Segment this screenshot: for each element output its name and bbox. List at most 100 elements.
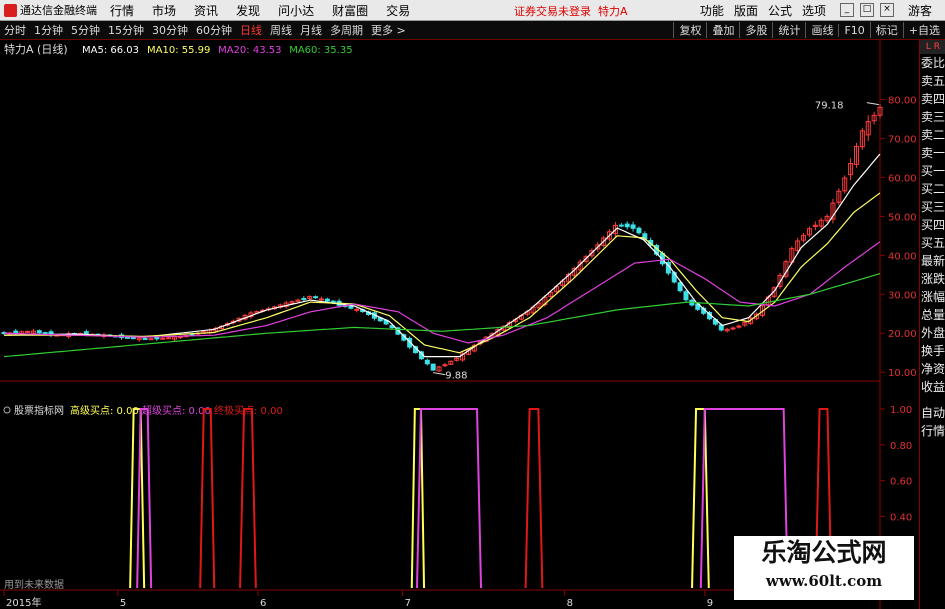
side-tab-item[interactable]: 换手 — [920, 342, 945, 360]
legend-ma3: MA60: 35.35 — [289, 45, 352, 56]
y-tick-label: 70.00 — [888, 134, 917, 145]
side-tab-item[interactable]: 卖五 — [920, 72, 945, 90]
side-tab-item[interactable]: 卖二 — [920, 126, 945, 144]
side-tab-item[interactable]: 总量 — [920, 306, 945, 324]
indicator-y-label: 0.40 — [890, 512, 912, 523]
period-30min[interactable]: 30分钟 — [148, 22, 192, 38]
candle-body — [424, 359, 430, 365]
signal-pulse — [524, 407, 544, 589]
side-tab-item[interactable]: 买一 — [920, 162, 945, 180]
indicator-icon — [3, 406, 11, 414]
period-weekly[interactable]: 周线 — [266, 22, 296, 38]
candle-body — [430, 363, 436, 371]
menu-trade[interactable]: 交易 — [377, 2, 419, 19]
period-60min[interactable]: 60分钟 — [192, 22, 236, 38]
period-multi[interactable]: 多周期 — [326, 22, 367, 38]
candle-body — [25, 330, 31, 333]
menu-bar: 通达信金融终端 行情 市场 资讯 发现 问小达 财富圈 交易 证券交易未登录 特… — [0, 0, 945, 21]
side-tab-item[interactable]: 买五 — [920, 234, 945, 252]
candle-body — [324, 298, 330, 302]
annotation-label: 9.88 — [445, 371, 467, 382]
btn-f10[interactable]: F10 — [838, 23, 869, 37]
candle-body — [624, 223, 630, 228]
logo-icon — [4, 3, 17, 17]
btn-mark[interactable]: 标记 — [869, 22, 903, 38]
menu-layout[interactable]: 版面 — [729, 2, 763, 19]
side-tab-item[interactable]: 买四 — [920, 216, 945, 234]
candle-body — [42, 332, 48, 335]
btn-adjust[interactable]: 复权 — [673, 22, 706, 38]
menu-wealth[interactable]: 财富圈 — [323, 2, 377, 19]
candle-body — [148, 338, 154, 341]
indicator-y-label: 0.80 — [890, 441, 912, 452]
maximize-icon[interactable]: □ — [859, 3, 874, 17]
side-tab-item[interactable]: 外盘 — [920, 324, 945, 342]
minimize-icon[interactable]: _ — [839, 3, 854, 17]
menu-market[interactable]: 市场 — [143, 2, 185, 19]
indicator-title: 股票指标网 — [14, 404, 64, 417]
status-message: 证券交易未登录 特力A — [514, 5, 628, 18]
menu-discover[interactable]: 发现 — [227, 2, 269, 19]
annotation-pointer — [866, 102, 879, 106]
menu-ask[interactable]: 问小达 — [269, 2, 323, 19]
candle-body — [313, 296, 319, 299]
kline-chart[interactable]: 特力A (日线) MA5: 66.03 MA10: 55.99 MA20: 43.53… — [0, 40, 919, 609]
period-daily[interactable]: 日线 — [236, 22, 266, 38]
side-tab-item[interactable]: 买三 — [920, 198, 945, 216]
window-controls: _ □ × — [837, 3, 897, 17]
side-tab-item[interactable]: 净资 — [920, 360, 945, 378]
candle-body — [354, 308, 360, 311]
x-tick-label: 2015年 — [6, 596, 41, 609]
side-tab-item[interactable]: 卖一 — [920, 144, 945, 162]
btn-draw[interactable]: 画线 — [805, 22, 838, 38]
app-title: 通达信金融终端 — [20, 4, 97, 17]
x-tick-label: 7 — [405, 598, 411, 609]
period-intraday[interactable]: 分时 — [0, 22, 30, 38]
period-5min[interactable]: 5分钟 — [67, 22, 104, 38]
candle-body — [683, 291, 689, 301]
close-icon[interactable]: × — [879, 3, 894, 17]
side-tab-auto[interactable]: 自动 — [920, 404, 945, 422]
side-tab-item[interactable]: 涨幅 — [920, 288, 945, 306]
signal-pulse — [415, 407, 483, 589]
y-tick-label: 10.00 — [888, 368, 917, 379]
side-tab-lr[interactable]: L R — [920, 40, 945, 54]
menu-quotes[interactable]: 行情 — [101, 2, 143, 19]
btn-overlay[interactable]: 叠加 — [706, 22, 739, 38]
period-1min[interactable]: 1分钟 — [30, 22, 67, 38]
x-tick-label: 9 — [707, 598, 713, 609]
btn-add-watchlist[interactable]: +自选 — [902, 22, 945, 38]
side-tab-item[interactable]: 收益 — [920, 378, 945, 396]
btn-stats[interactable]: 统计 — [772, 22, 805, 38]
signal-pulse — [199, 407, 216, 589]
side-tab-item[interactable]: 卖三 — [920, 108, 945, 126]
candle-body — [630, 224, 636, 229]
watermark: 乐淘公式网 www.60lt.com — [734, 536, 914, 600]
btn-multi-stock[interactable]: 多股 — [739, 22, 772, 38]
x-tick-label: 6 — [260, 598, 266, 609]
indicator-y-label: 0.60 — [890, 477, 912, 488]
guest-label[interactable]: 游客 — [903, 2, 937, 19]
side-tab-item[interactable]: 委比 — [920, 54, 945, 72]
candle-body — [36, 330, 42, 334]
quote-side-tabs: L R 委比 卖五 卖四 卖三 卖二 卖一 买一 买二 买三 买四 买五 最新 … — [919, 40, 945, 609]
menu-function[interactable]: 功能 — [695, 2, 729, 19]
x-tick-label: 8 — [567, 598, 573, 609]
y-tick-label: 30.00 — [888, 290, 917, 301]
side-tab-quote[interactable]: 行情 — [920, 422, 945, 440]
menu-formula[interactable]: 公式 — [763, 2, 797, 19]
period-monthly[interactable]: 月线 — [296, 22, 326, 38]
watermark-title: 乐淘公式网 — [761, 538, 887, 567]
side-tab-item[interactable]: 卖四 — [920, 90, 945, 108]
y-tick-label: 50.00 — [888, 212, 917, 223]
candle-body — [348, 305, 354, 309]
side-spacer — [920, 396, 945, 404]
period-more[interactable]: 更多 > — [367, 22, 410, 38]
menu-news[interactable]: 资讯 — [185, 2, 227, 19]
period-15min[interactable]: 15分钟 — [104, 22, 148, 38]
side-tab-item[interactable]: 涨跌 — [920, 270, 945, 288]
side-tab-item[interactable]: 买二 — [920, 180, 945, 198]
menu-options[interactable]: 选项 — [797, 2, 831, 19]
legend-ma0: MA5: 66.03 — [82, 45, 139, 56]
side-tab-item[interactable]: 最新 — [920, 252, 945, 270]
